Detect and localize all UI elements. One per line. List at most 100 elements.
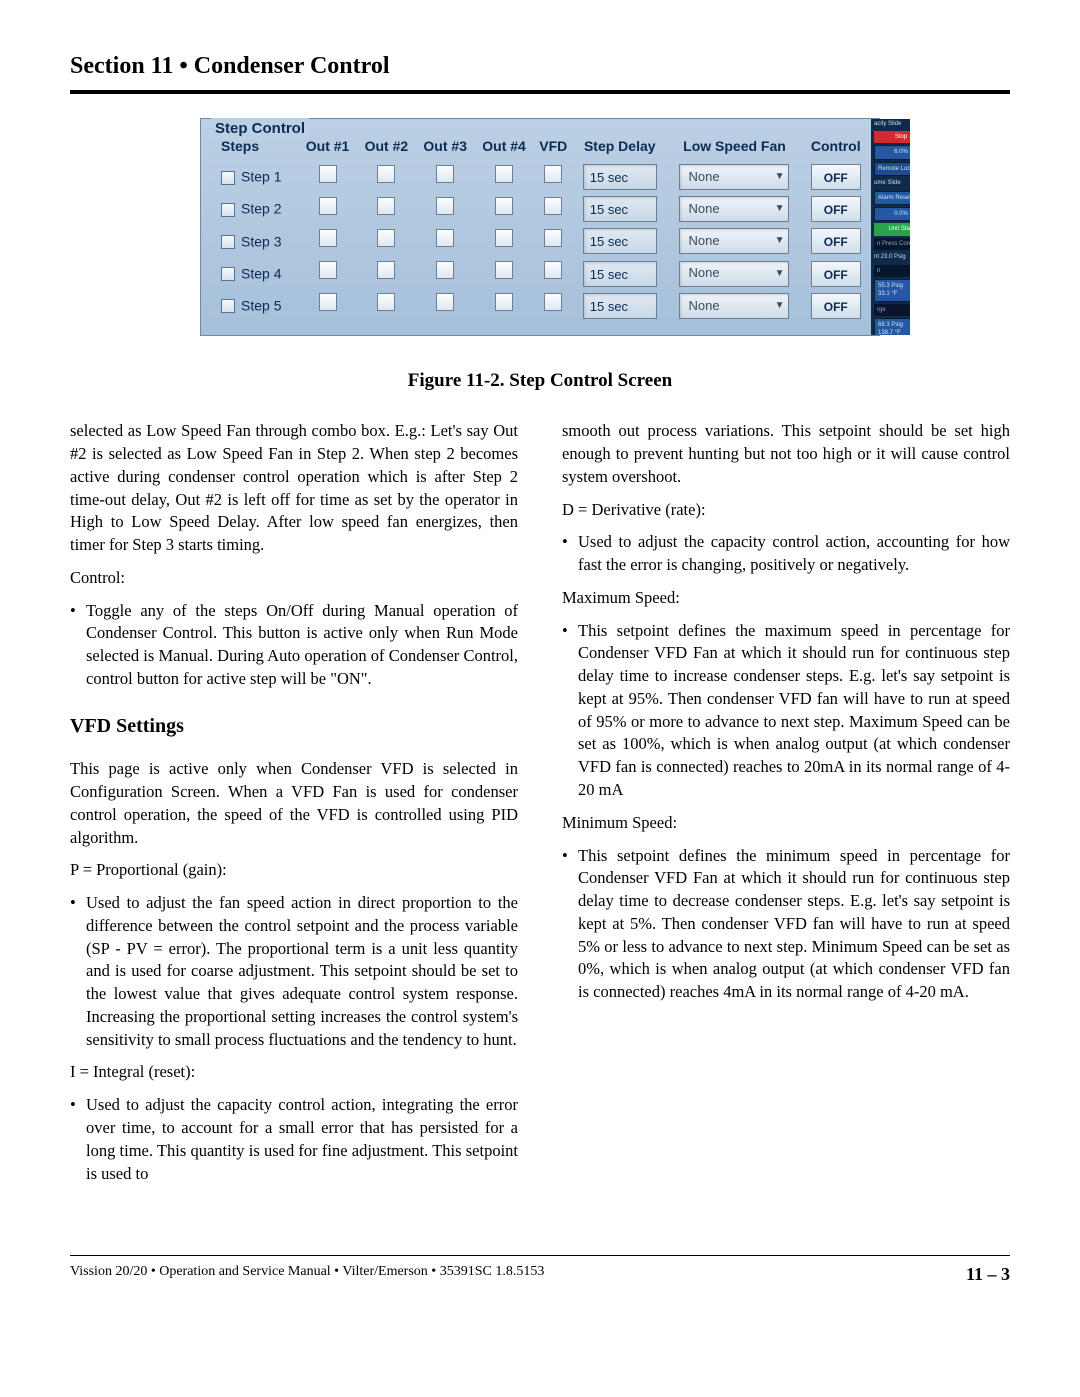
- low-speed-fan-dropdown[interactable]: None ▼: [679, 164, 789, 190]
- out3-checkbox[interactable]: [436, 165, 454, 183]
- step-checkbox[interactable]: [221, 267, 235, 281]
- left-column: selected as Low Speed Fan through combo …: [70, 420, 518, 1195]
- control-label: Control:: [70, 567, 518, 590]
- vfd-checkbox[interactable]: [544, 261, 562, 279]
- strip-text: n: [874, 265, 910, 277]
- figure-wrap: Step Control Steps Out #1 Out #2 Out #3 …: [170, 118, 910, 356]
- step-checkbox[interactable]: [221, 235, 235, 249]
- out2-checkbox[interactable]: [377, 229, 395, 247]
- out2-checkbox[interactable]: [377, 165, 395, 183]
- strip-value: 138.7 °F: [878, 330, 901, 334]
- out2-checkbox[interactable]: [377, 197, 395, 215]
- right-column: smooth out process variations. This setp…: [562, 420, 1010, 1195]
- step-checkbox[interactable]: [221, 203, 235, 217]
- figure-caption: Figure 11-2. Step Control Screen: [70, 368, 1010, 395]
- out4-checkbox[interactable]: [495, 165, 513, 183]
- strip-text: acity Slide: [871, 119, 910, 129]
- body-paragraph: selected as Low Speed Fan through combo …: [70, 420, 518, 557]
- table-row: Step 5 15 sec None▼ OFF: [211, 293, 869, 319]
- strip-value: 33.1 °F: [878, 291, 897, 297]
- step-label: Step 1: [241, 169, 281, 185]
- step-label: Step 2: [241, 201, 281, 217]
- control-button[interactable]: OFF: [811, 164, 861, 190]
- step-checkbox[interactable]: [221, 171, 235, 185]
- control-button[interactable]: OFF: [811, 293, 861, 319]
- stop-button[interactable]: Stop: [874, 131, 910, 143]
- section-header: Section 11 • Condenser Control: [70, 50, 1010, 94]
- strip-text: 55.3 Psig 33.1 °F: [874, 279, 910, 302]
- max-speed-label: Maximum Speed:: [562, 587, 1010, 610]
- strip-text: n Press Control: [874, 238, 910, 250]
- body-paragraph: smooth out process variations. This setp…: [562, 420, 1010, 488]
- d-label: D = Derivative (rate):: [562, 499, 1010, 522]
- out1-checkbox[interactable]: [319, 197, 337, 215]
- page-footer: Vission 20/20 • Operation and Service Ma…: [70, 1255, 1010, 1287]
- step-delay-input[interactable]: 15 sec: [583, 261, 657, 287]
- table-header-row: Steps Out #1 Out #2 Out #3 Out #4 VFD St…: [211, 131, 869, 159]
- strip-pct: 6.0%: [874, 145, 910, 159]
- out2-checkbox[interactable]: [377, 261, 395, 279]
- step-delay-input[interactable]: 15 sec: [583, 164, 657, 190]
- body-paragraph: This page is active only when Condenser …: [70, 758, 518, 849]
- i-label: I = Integral (reset):: [70, 1061, 518, 1084]
- step-delay-input[interactable]: 15 sec: [583, 196, 657, 222]
- alarm-reset-button[interactable]: Alarm Reset: [874, 191, 910, 205]
- strip-value: 55.3 Psig: [878, 283, 903, 289]
- strip-pct: 0.0%: [874, 207, 910, 221]
- vfd-checkbox[interactable]: [544, 165, 562, 183]
- step-checkbox[interactable]: [221, 299, 235, 313]
- body-bullet: This setpoint defines the minimum speed …: [562, 845, 1010, 1004]
- footer-left: Vission 20/20 • Operation and Service Ma…: [70, 1262, 544, 1287]
- out4-checkbox[interactable]: [495, 229, 513, 247]
- out4-checkbox[interactable]: [495, 293, 513, 311]
- out3-checkbox[interactable]: [436, 293, 454, 311]
- table-row: Step 4 15 sec None▼ OFF: [211, 260, 869, 286]
- out4-checkbox[interactable]: [495, 197, 513, 215]
- col-fan: Low Speed Fan: [666, 131, 802, 159]
- vfd-checkbox[interactable]: [544, 229, 562, 247]
- control-button[interactable]: OFF: [811, 228, 861, 254]
- min-speed-label: Minimum Speed:: [562, 812, 1010, 835]
- body-bullet: This setpoint defines the maximum speed …: [562, 620, 1010, 802]
- strip-text: rge: [874, 304, 910, 316]
- remote-lockout-button[interactable]: Remote Lock Out: [874, 162, 910, 176]
- vfd-checkbox[interactable]: [544, 197, 562, 215]
- dropdown-text: None: [688, 264, 719, 282]
- side-status-strip: acity Slide Stop 6.0% Remote Lock Out um…: [871, 119, 910, 335]
- out3-checkbox[interactable]: [436, 197, 454, 215]
- step-label: Step 4: [241, 265, 281, 281]
- low-speed-fan-dropdown[interactable]: None▼: [679, 293, 789, 319]
- low-speed-fan-dropdown[interactable]: None▼: [679, 228, 789, 254]
- control-button[interactable]: OFF: [811, 196, 861, 222]
- unit-start-button[interactable]: Unit Start: [874, 223, 910, 235]
- strip-text: nt 23.0 Psig: [871, 252, 910, 262]
- out3-checkbox[interactable]: [436, 261, 454, 279]
- vfd-settings-heading: VFD Settings: [70, 713, 518, 741]
- control-button[interactable]: OFF: [811, 261, 861, 287]
- body-bullet: Used to adjust the fan speed action in d…: [70, 892, 518, 1051]
- out1-checkbox[interactable]: [319, 229, 337, 247]
- dropdown-text: None: [688, 168, 719, 186]
- out3-checkbox[interactable]: [436, 229, 454, 247]
- low-speed-fan-dropdown[interactable]: None▼: [679, 261, 789, 287]
- step-delay-input[interactable]: 15 sec: [583, 293, 657, 319]
- step-label: Step 5: [241, 297, 281, 313]
- vfd-checkbox[interactable]: [544, 293, 562, 311]
- dropdown-text: None: [688, 200, 719, 218]
- col-delay: Step Delay: [573, 131, 666, 159]
- col-ctl: Control: [802, 131, 869, 159]
- chevron-down-icon: ▼: [775, 299, 785, 313]
- table-row: Step 2 15 sec None▼ OFF: [211, 196, 869, 222]
- out2-checkbox[interactable]: [377, 293, 395, 311]
- body-bullet: Used to adjust the capacity control acti…: [562, 531, 1010, 577]
- body-bullet: Toggle any of the steps On/Off during Ma…: [70, 600, 518, 691]
- out1-checkbox[interactable]: [319, 261, 337, 279]
- chevron-down-icon: ▼: [775, 170, 785, 184]
- p-label: P = Proportional (gain):: [70, 859, 518, 882]
- out1-checkbox[interactable]: [319, 293, 337, 311]
- body-columns: selected as Low Speed Fan through combo …: [70, 420, 1010, 1195]
- step-delay-input[interactable]: 15 sec: [583, 228, 657, 254]
- low-speed-fan-dropdown[interactable]: None▼: [679, 196, 789, 222]
- out1-checkbox[interactable]: [319, 165, 337, 183]
- out4-checkbox[interactable]: [495, 261, 513, 279]
